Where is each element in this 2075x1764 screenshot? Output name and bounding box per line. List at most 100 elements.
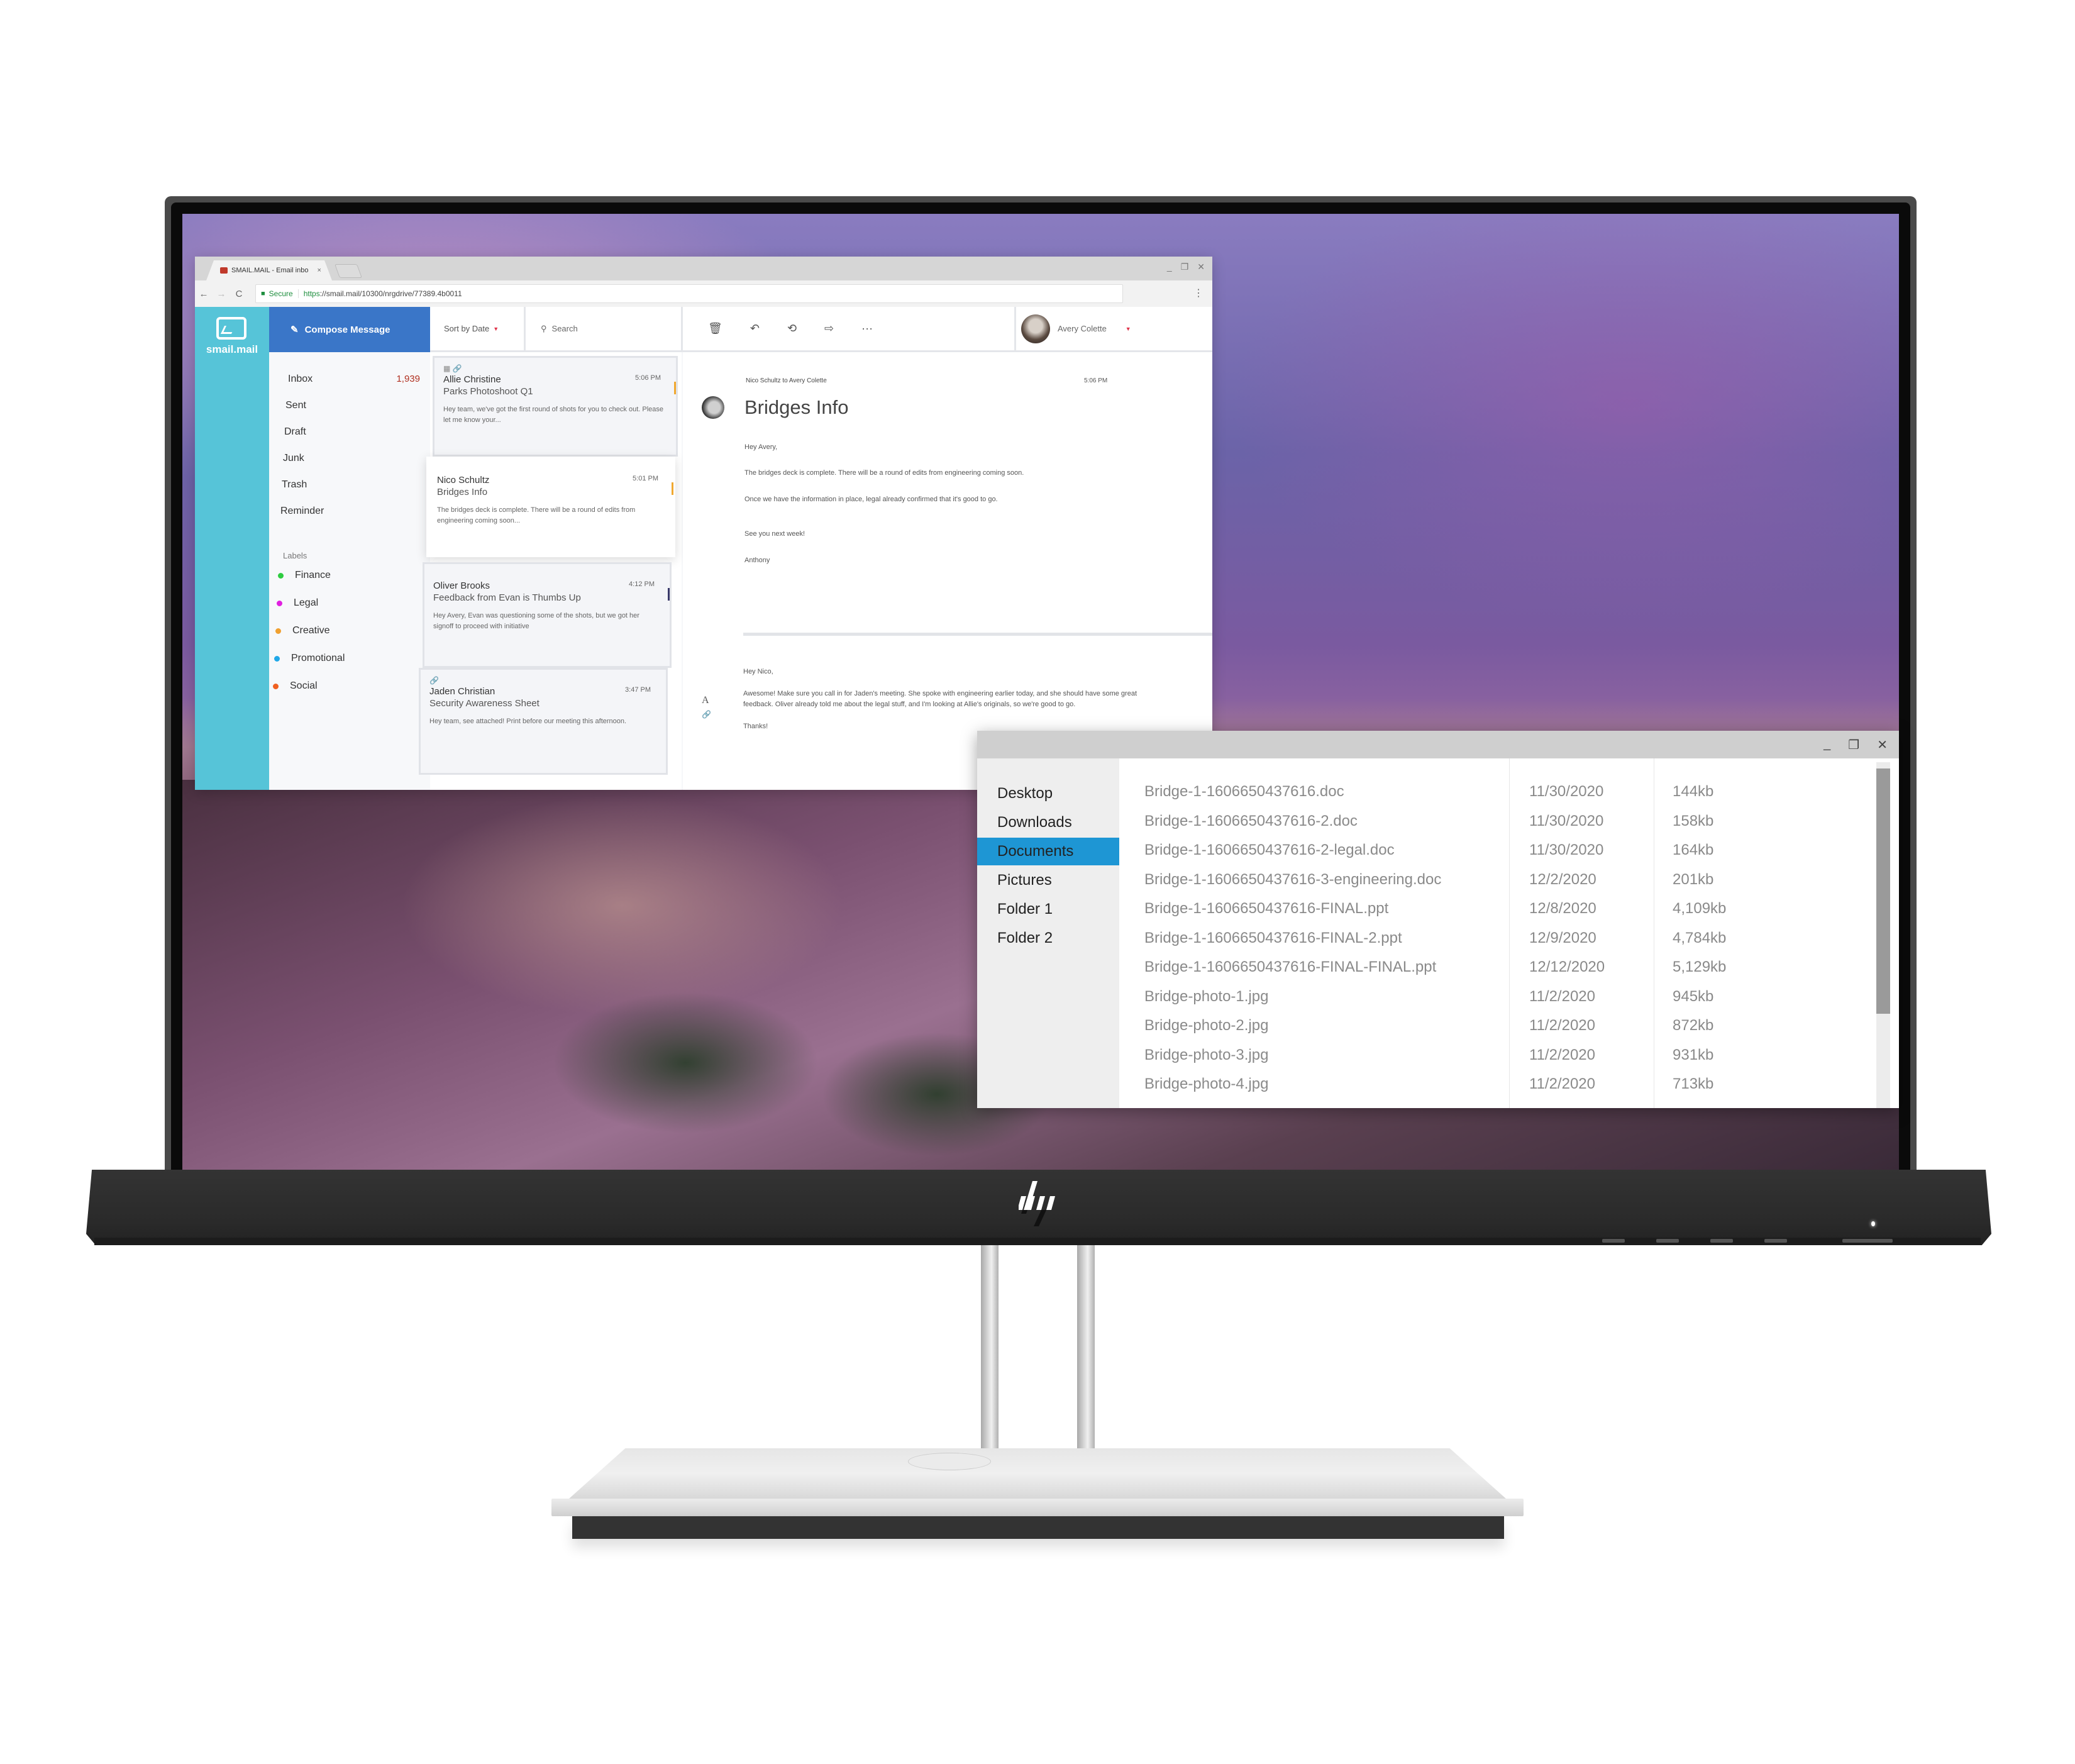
message-preview: Hey team, we've got the first round of s…	[443, 406, 664, 424]
forward-arrow-icon[interactable]: →	[213, 289, 230, 299]
folder-trash[interactable]: Trash	[282, 479, 414, 491]
compose-label: Compose Message	[304, 324, 390, 335]
folder-draft[interactable]: Draft	[284, 426, 416, 438]
address-bar[interactable]: ■ Secure https ://smail.mail/10300/nrgdr…	[255, 284, 1123, 303]
tab-close-icon[interactable]: ×	[317, 267, 321, 274]
file-row[interactable]: Bridge-1-1606650437616.doc 11/30/2020 144k…	[1119, 777, 1876, 806]
file-size: 872kb	[1673, 1017, 1714, 1034]
folder-junk[interactable]: Junk	[283, 453, 415, 464]
close-icon[interactable]: ✕	[1197, 262, 1205, 272]
message-item[interactable]: Oliver Brooks 4:12 PM Feedback from Evan …	[423, 562, 672, 668]
compose-message-button[interactable]: ✎ Compose Message	[269, 307, 430, 352]
forward-icon[interactable]: ⇨	[824, 322, 834, 335]
file-name: Bridge-1-1606650437616-3-engineering.doc	[1144, 870, 1442, 888]
osd-button-1[interactable]	[1602, 1239, 1625, 1243]
browser-menu-icon[interactable]: ⋮	[1193, 287, 1204, 299]
file-row[interactable]: Bridge-1-1606650437616-3-engineering.doc…	[1119, 865, 1876, 894]
file-row[interactable]: Bridge-1-1606650437616-FINAL-FINAL.ppt 12…	[1119, 953, 1876, 982]
minimize-icon[interactable]: _	[1823, 737, 1830, 753]
new-tab-button[interactable]	[334, 264, 363, 278]
file-size: 5,129kb	[1673, 958, 1727, 975]
file-date: 11/30/2020	[1529, 841, 1604, 858]
message-sender: Allie Christine	[443, 374, 501, 385]
explorer-titlebar[interactable]: _ ❐ ✕	[977, 731, 1899, 758]
message-item[interactable]: ▦ 🔗 Allie Christine 5:06 PM Parks Photosh…	[433, 356, 678, 457]
file-row[interactable]: Bridge-1-1606650437616-2.doc 11/30/2020 15…	[1119, 807, 1876, 836]
attach-link-icon[interactable]: 🔗	[702, 710, 711, 719]
osd-button-2[interactable]	[1656, 1239, 1679, 1243]
file-row[interactable]: Bridge-1-1606650437616-FINAL-2.ppt 12/9/2…	[1119, 924, 1876, 953]
file-name: Bridge-photo-3.jpg	[1144, 1046, 1269, 1063]
osd-button-3[interactable]	[1710, 1239, 1733, 1243]
file-name: Bridge-photo-1.jpg	[1144, 987, 1269, 1005]
file-name: Bridge-1-1606650437616-2-legal.doc	[1144, 841, 1395, 858]
restore-icon[interactable]: ❐	[1848, 737, 1859, 753]
reply-icon[interactable]: ↶	[750, 322, 760, 335]
label-social[interactable]: Social	[273, 680, 318, 692]
stand-base-foot	[572, 1516, 1504, 1539]
folder-sent[interactable]: Sent	[285, 400, 418, 411]
font-format-icon[interactable]: A	[702, 695, 711, 706]
reply-all-icon[interactable]: ⟲	[787, 322, 797, 335]
nav-pictures[interactable]: Pictures	[977, 867, 1119, 894]
label-text: Social	[290, 680, 318, 691]
restore-icon[interactable]: ❐	[1181, 262, 1189, 272]
reload-icon[interactable]: C	[230, 289, 248, 299]
power-button[interactable]	[1842, 1239, 1893, 1243]
label-dot-icon	[273, 683, 279, 689]
monitor-chin-lip	[94, 1238, 1981, 1245]
body-line: The bridges deck is complete. There will…	[744, 469, 1024, 477]
labels-heading: Labels	[283, 551, 307, 560]
file-size: 158kb	[1673, 812, 1714, 829]
label-creative[interactable]: Creative	[275, 625, 330, 636]
label-finance[interactable]: Finance	[278, 570, 331, 581]
user-name: Avery Colette	[1058, 324, 1107, 333]
message-sender: Oliver Brooks	[433, 580, 490, 591]
nav-documents[interactable]: Documents	[977, 838, 1119, 865]
message-item[interactable]: 🔗 Jaden Christian 3:47 PM Security Awaren…	[419, 668, 668, 775]
message-title: Bridges Info	[744, 396, 849, 418]
file-name: Bridge-photo-4.jpg	[1144, 1075, 1269, 1092]
nav-desktop[interactable]: Desktop	[977, 780, 1119, 807]
smail-logo-icon	[216, 317, 246, 340]
nav-folder-2[interactable]: Folder 2	[977, 924, 1119, 952]
message-preview: Hey team, see attached! Print before our…	[429, 718, 627, 725]
message-meta: Nico Schultz to Avery Colette	[746, 377, 827, 384]
message-time: 3:47 PM	[625, 686, 651, 694]
file-row[interactable]: Bridge-photo-2.jpg 11/2/2020 872kb	[1119, 1011, 1876, 1040]
file-row[interactable]: Bridge-1-1606650437616-FINAL.ppt 12/8/202…	[1119, 894, 1876, 923]
tab-smail[interactable]: SMAIL.MAIL - Email inbo ×	[206, 260, 332, 280]
flag-marker	[674, 382, 676, 394]
user-menu[interactable]: Avery Colette ▼	[1016, 307, 1212, 352]
close-icon[interactable]: ✕	[1877, 737, 1888, 753]
search-input[interactable]: ⚲ Search	[526, 307, 683, 352]
folder-reminder[interactable]: Reminder	[280, 506, 412, 517]
tab-strip: SMAIL.MAIL - Email inbo × _ ❐ ✕	[195, 257, 1212, 280]
file-row[interactable]: Bridge-photo-3.jpg 11/2/2020 931kb	[1119, 1041, 1876, 1070]
file-row[interactable]: Bridge-photo-1.jpg 11/2/2020 945kb	[1119, 982, 1876, 1011]
more-icon[interactable]: ···	[861, 322, 873, 335]
file-row[interactable]: Bridge-photo-4.jpg 11/2/2020 713kb	[1119, 1070, 1876, 1099]
lock-icon: ■	[261, 290, 265, 297]
message-toolbar: 🗑 ↶ ⟲ ⇨ ···	[683, 307, 1016, 352]
label-promotional[interactable]: Promotional	[274, 653, 345, 664]
message-item-selected[interactable]: Nico Schultz 5:01 PM Bridges Info The bri…	[426, 457, 675, 557]
file-date: 12/12/2020	[1529, 958, 1605, 975]
nav-folder-1[interactable]: Folder 1	[977, 896, 1119, 923]
nav-downloads[interactable]: Downloads	[977, 809, 1119, 836]
label-legal[interactable]: Legal	[277, 597, 318, 609]
folder-label: Sent	[285, 400, 306, 411]
file-row[interactable]: Bridge-1-1606650437616-2-legal.doc 11/30/…	[1119, 836, 1876, 865]
folder-inbox[interactable]: Inbox 1,939	[288, 374, 420, 385]
trash-icon[interactable]: 🗑	[708, 322, 722, 335]
back-arrow-icon[interactable]: ←	[195, 289, 213, 299]
sort-dropdown[interactable]: Sort by Date ▼	[430, 307, 526, 352]
minimize-icon[interactable]: _	[1167, 262, 1172, 272]
osd-button-4[interactable]	[1764, 1239, 1787, 1243]
scrollbar-thumb[interactable]	[1876, 768, 1890, 1014]
address-bar-row: ← → C ■ Secure https ://smail.mail/10300…	[195, 280, 1212, 307]
search-icon: ⚲	[541, 323, 547, 333]
label-text: Promotional	[291, 653, 345, 663]
sort-label: Sort by Date	[444, 324, 490, 333]
stand-base-front	[551, 1499, 1524, 1516]
